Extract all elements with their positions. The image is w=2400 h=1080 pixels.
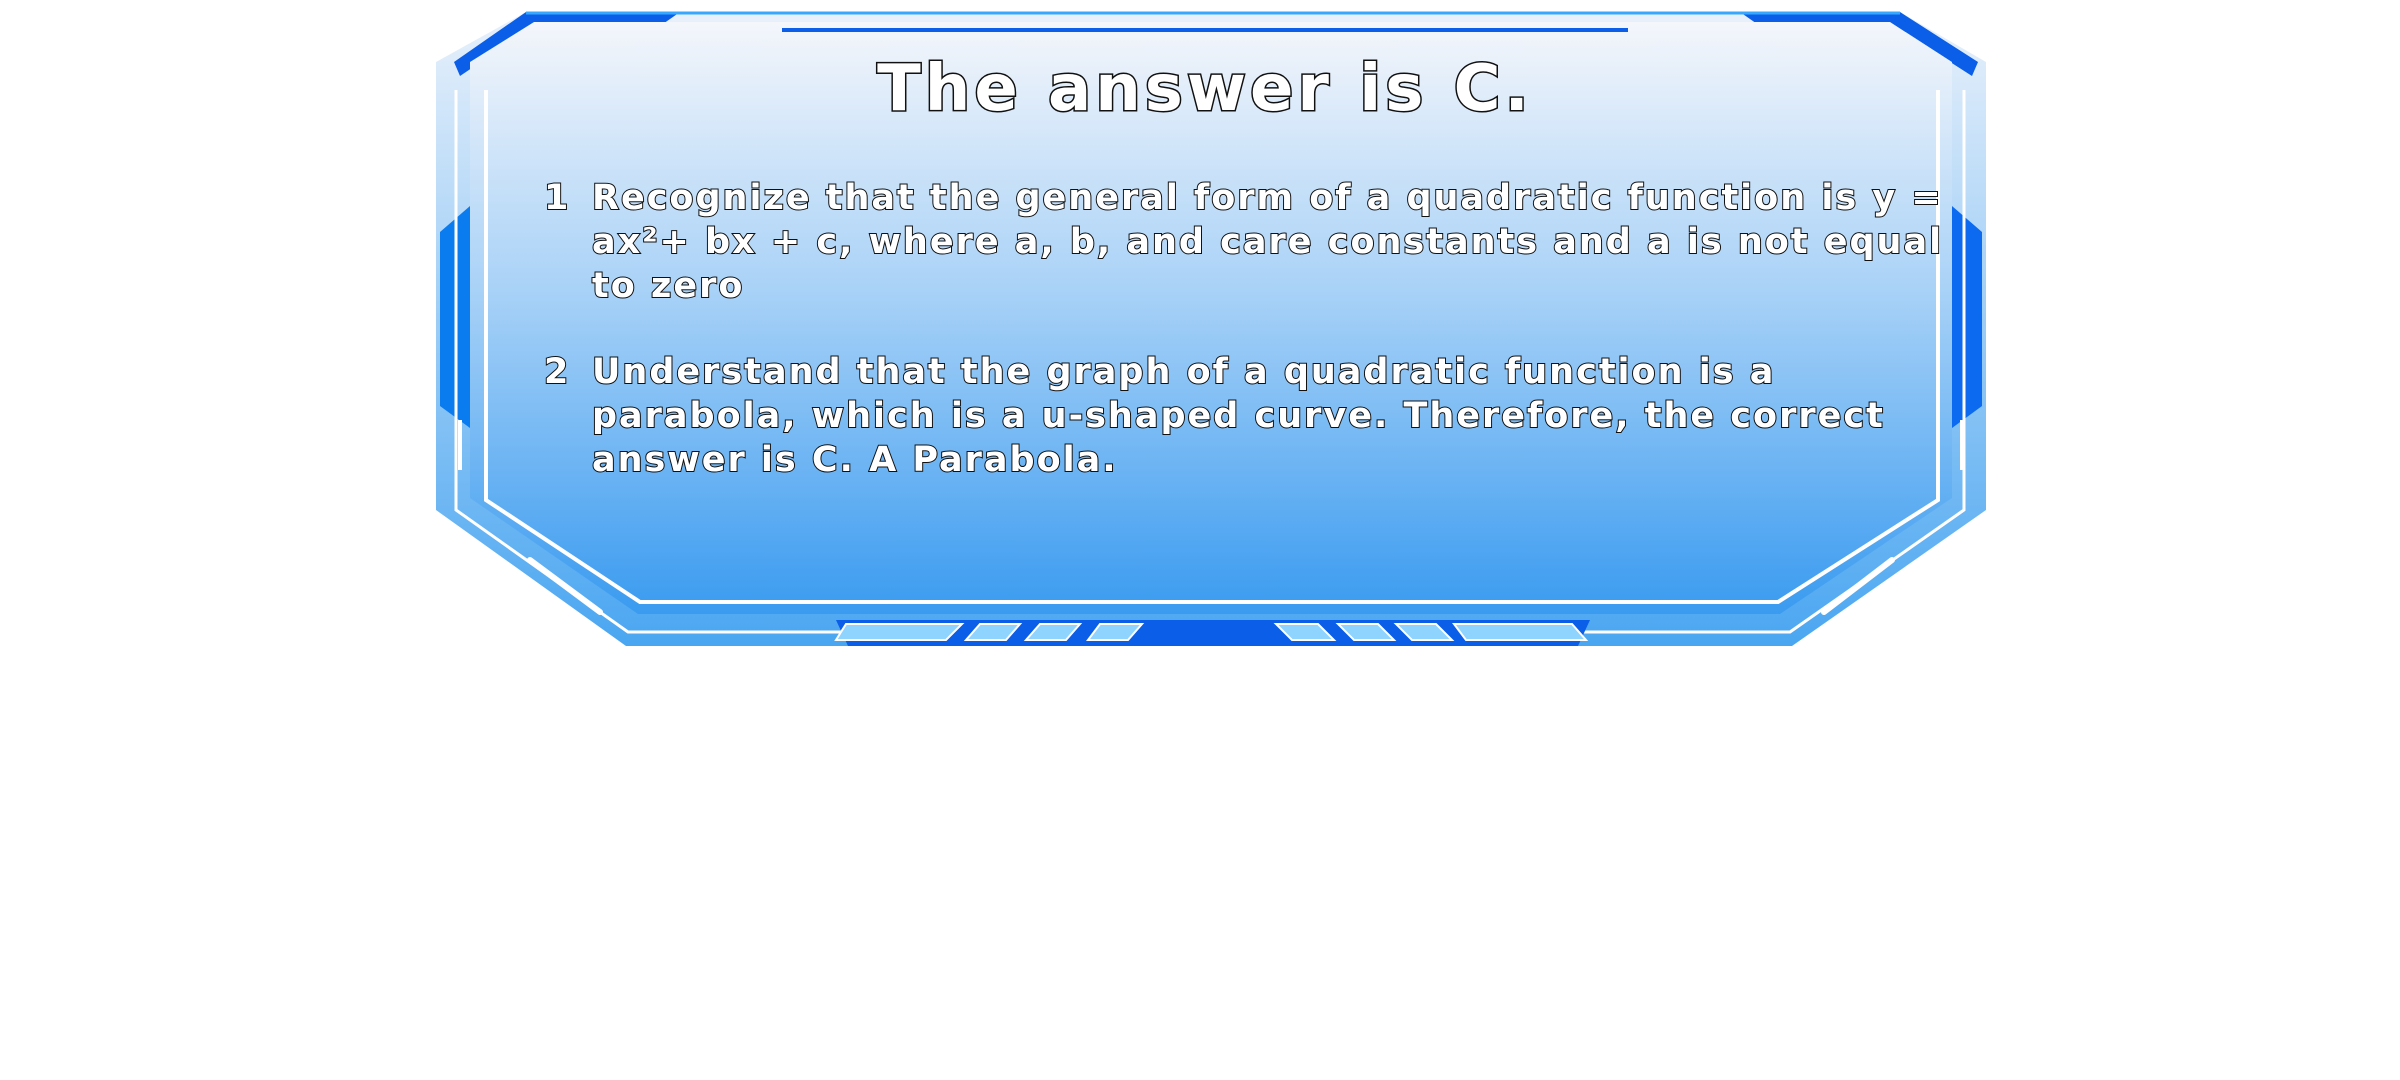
stage: The answer is C. 1 Recognize that the ge… xyxy=(0,0,2400,1080)
answer-title: The answer is C. xyxy=(876,51,1533,128)
answer-card: The answer is C. 1 Recognize that the ge… xyxy=(440,40,2000,620)
step-number: 2 xyxy=(543,351,571,393)
step-number: 1 xyxy=(543,177,571,219)
step-text: Recognize that the general form of a qua… xyxy=(591,177,1944,307)
step-text: Understand that the graph of a quadratic… xyxy=(591,351,1885,481)
